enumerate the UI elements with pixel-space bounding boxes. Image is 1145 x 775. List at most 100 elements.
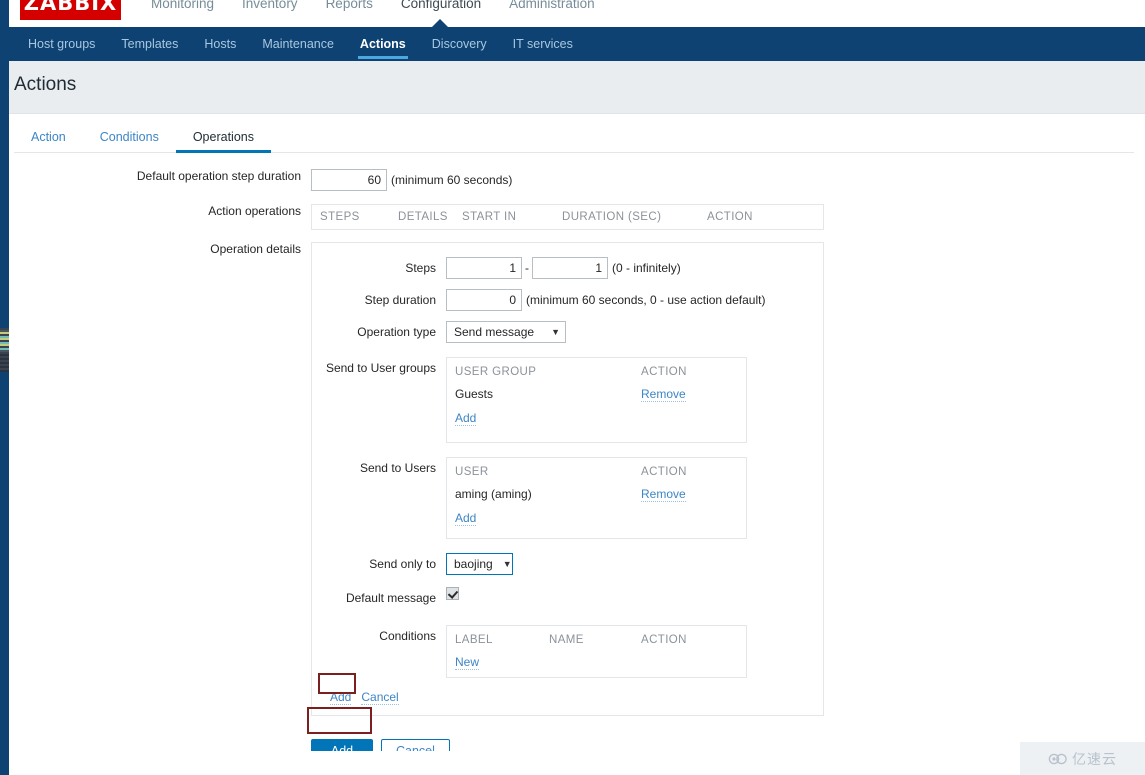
field-default-message: Default message xyxy=(312,587,823,609)
step-duration-hint: (minimum 60 seconds, 0 - use action defa… xyxy=(526,293,766,307)
col-start-in: START IN xyxy=(462,211,517,223)
watermark-text: 亿速云 xyxy=(1072,751,1117,768)
col-details: DETAILS xyxy=(398,211,448,223)
users-add-link[interactable]: Add xyxy=(455,511,477,526)
send-only-to-label: Send only to xyxy=(369,557,436,571)
top-header: ZABBIX Monitoring Inventory Reports Conf… xyxy=(9,0,1145,27)
field-operation-type: Operation type Send message ▼ xyxy=(312,321,823,343)
operation-type-label: Operation type xyxy=(357,325,436,339)
main-menu-item-administration[interactable]: Administration xyxy=(495,0,609,17)
user-groups-table: USER GROUP ACTION Guests Remove Add xyxy=(446,357,747,443)
operation-type-select[interactable]: Send message ▼ xyxy=(446,321,566,343)
user-name: aming (aming) xyxy=(455,487,532,501)
page-bottom-strip xyxy=(9,751,1145,775)
conditions-table: LABEL NAME ACTION New xyxy=(446,625,747,678)
sub-navigation-items: Host groups Templates Hosts Maintenance … xyxy=(15,27,586,61)
operation-add-link[interactable]: Add xyxy=(330,690,352,705)
zabbix-logo[interactable]: ZABBIX xyxy=(20,0,121,20)
field-send-only-to: Send only to baojing ▼ xyxy=(312,553,823,575)
table-add-row: Add xyxy=(455,409,738,433)
table-add-row: Add xyxy=(455,509,738,533)
steps-separator: - xyxy=(525,261,529,275)
field-step-duration: Step duration (minimum 60 seconds, 0 - u… xyxy=(312,289,823,311)
steps-hint: (0 - infinitely) xyxy=(612,261,681,275)
default-message-label: Default message xyxy=(345,591,436,605)
conditions-label: Conditions xyxy=(379,629,436,643)
col-u-action: ACTION xyxy=(641,466,687,478)
sub-navigation-bar: Host groups Templates Hosts Maintenance … xyxy=(9,19,1145,61)
col-duration-sec: DURATION (SEC) xyxy=(562,211,662,223)
send-only-to-select[interactable]: baojing ▼ xyxy=(446,553,513,575)
operation-cancel-link[interactable]: Cancel xyxy=(361,690,399,705)
operations-form: Default operation step duration (minimum… xyxy=(9,169,1145,763)
users-table: USER ACTION aming (aming) Remove Add xyxy=(446,457,747,539)
cloud-icon xyxy=(1048,753,1067,764)
main-menu-item-monitoring[interactable]: Monitoring xyxy=(137,0,228,17)
subnav-item-templates[interactable]: Templates xyxy=(108,27,191,61)
table-row: Guests Remove xyxy=(455,385,738,409)
user-groups-add-link[interactable]: Add xyxy=(455,411,477,426)
default-message-checkbox[interactable] xyxy=(446,587,459,600)
steps-to-input[interactable] xyxy=(532,257,608,279)
table-header-row: LABEL NAME ACTION xyxy=(455,632,738,653)
watermark: 亿速云 xyxy=(1020,742,1145,775)
default-step-duration-label: Default operation step duration xyxy=(136,169,301,183)
subnav-item-discovery[interactable]: Discovery xyxy=(419,27,500,61)
tab-operations[interactable]: Operations xyxy=(175,122,272,153)
main-menu-item-configuration[interactable]: Configuration xyxy=(387,0,495,17)
chevron-down-icon: ▼ xyxy=(551,326,560,337)
table-add-row: New xyxy=(455,653,738,677)
col-name: NAME xyxy=(549,634,584,646)
action-operations-table: STEPS DETAILS START IN DURATION (SEC) AC… xyxy=(311,204,824,230)
table-row: aming (aming) Remove xyxy=(455,485,738,509)
col-user-group: USER GROUP xyxy=(455,366,537,378)
steps-label: Steps xyxy=(405,261,436,275)
subnav-item-hosts[interactable]: Hosts xyxy=(191,27,249,61)
col-user: USER xyxy=(455,466,489,478)
step-duration-label: Step duration xyxy=(364,293,436,307)
subnav-item-it-services[interactable]: IT services xyxy=(500,27,586,61)
table-header-row: USER ACTION xyxy=(455,464,738,485)
page-title-band: Actions xyxy=(9,61,1145,114)
operation-details-label: Operation details xyxy=(210,242,301,256)
send-to-users-label: Send to Users xyxy=(359,461,436,475)
user-remove-link[interactable]: Remove xyxy=(641,487,686,502)
col-label: LABEL xyxy=(455,634,493,646)
main-menu-item-reports[interactable]: Reports xyxy=(312,0,387,17)
col-steps: STEPS xyxy=(320,211,360,223)
field-operation-details: Operation details Steps - (0 - infinitel… xyxy=(9,242,1145,716)
chevron-down-icon: ▼ xyxy=(502,558,512,569)
subnav-item-actions[interactable]: Actions xyxy=(347,27,419,61)
col-action: ACTION xyxy=(707,211,753,223)
operation-type-value: Send message xyxy=(454,325,535,339)
subnav-item-maintenance[interactable]: Maintenance xyxy=(249,27,347,61)
tab-action[interactable]: Action xyxy=(14,122,83,152)
default-step-duration-hint: (minimum 60 seconds) xyxy=(391,173,513,187)
field-action-operations: Action operations STEPS DETAILS START IN… xyxy=(9,204,1145,230)
step-duration-input[interactable] xyxy=(446,289,522,311)
conditions-new-link[interactable]: New xyxy=(455,655,480,670)
operation-panel-footer: Add Cancel xyxy=(312,684,823,715)
col-c-action: ACTION xyxy=(641,634,687,646)
content-card: Action Conditions Operations Default ope… xyxy=(9,114,1145,763)
send-only-to-value: baojing xyxy=(454,557,493,571)
field-default-step-duration: Default operation step duration (minimum… xyxy=(9,169,1145,191)
operation-details-panel: Steps - (0 - infinitely) Step duration (… xyxy=(311,242,824,716)
field-conditions: Conditions LABEL NAME ACTION New xyxy=(312,625,823,678)
field-send-to-users: Send to Users USER ACTION aming (aming) … xyxy=(312,457,823,539)
steps-from-input[interactable] xyxy=(446,257,522,279)
default-step-duration-input[interactable] xyxy=(311,169,387,191)
tab-bar: Action Conditions Operations xyxy=(14,122,1134,153)
col-ug-action: ACTION xyxy=(641,366,687,378)
user-group-remove-link[interactable]: Remove xyxy=(641,387,686,402)
page-title: Actions xyxy=(14,74,77,95)
field-steps: Steps - (0 - infinitely) xyxy=(312,257,823,279)
send-to-user-groups-label: Send to User groups xyxy=(325,361,436,375)
tab-conditions[interactable]: Conditions xyxy=(83,122,176,152)
sidebar-thumbnail-artifact xyxy=(0,328,9,372)
user-group-name: Guests xyxy=(455,387,494,401)
subnav-item-host-groups[interactable]: Host groups xyxy=(15,27,108,61)
table-header-row: USER GROUP ACTION xyxy=(455,364,738,385)
main-menu-item-inventory[interactable]: Inventory xyxy=(228,0,312,17)
action-operations-label: Action operations xyxy=(208,204,301,218)
